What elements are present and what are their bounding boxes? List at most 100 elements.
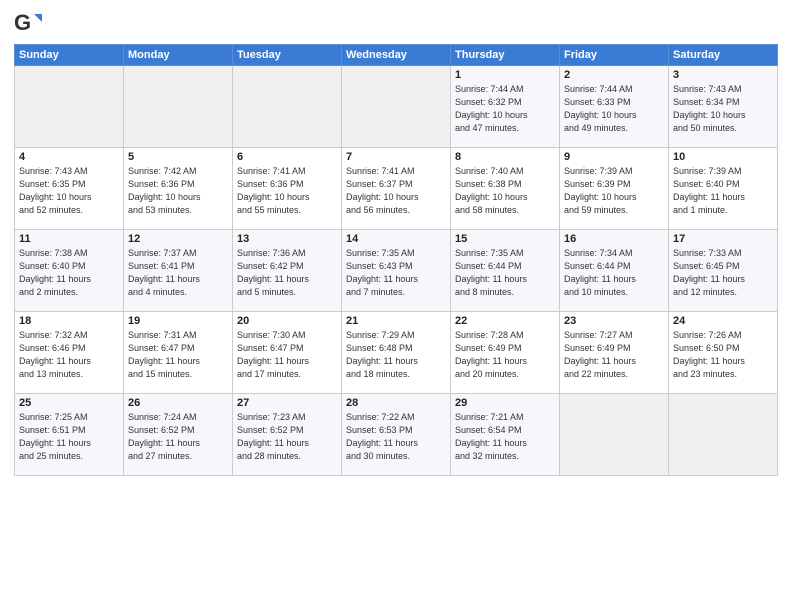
calendar-cell: 27 Sunrise: 7:23 AMSunset: 6:52 PMDayligh… bbox=[233, 394, 342, 476]
calendar-cell: 12 Sunrise: 7:37 AMSunset: 6:41 PMDayligh… bbox=[124, 230, 233, 312]
logo: G bbox=[14, 10, 46, 38]
day-info: Sunrise: 7:43 AMSunset: 6:35 PMDaylight:… bbox=[19, 165, 119, 217]
calendar-cell: 13 Sunrise: 7:36 AMSunset: 6:42 PMDayligh… bbox=[233, 230, 342, 312]
day-info: Sunrise: 7:29 AMSunset: 6:48 PMDaylight:… bbox=[346, 329, 446, 381]
calendar-cell: 29 Sunrise: 7:21 AMSunset: 6:54 PMDayligh… bbox=[451, 394, 560, 476]
calendar-cell: 16 Sunrise: 7:34 AMSunset: 6:44 PMDayligh… bbox=[560, 230, 669, 312]
calendar-cell bbox=[124, 66, 233, 148]
calendar-cell: 22Sunrise: 7:28 AMSunset: 6:49 PMDayligh… bbox=[451, 312, 560, 394]
header-row: SundayMondayTuesdayWednesdayThursdayFrid… bbox=[15, 45, 778, 66]
calendar-cell: 19 Sunrise: 7:31 AMSunset: 6:47 PMDayligh… bbox=[124, 312, 233, 394]
day-number: 18 bbox=[19, 315, 119, 327]
day-info: Sunrise: 7:41 AMSunset: 6:37 PMDaylight:… bbox=[346, 165, 446, 217]
day-info: Sunrise: 7:43 AMSunset: 6:34 PMDaylight:… bbox=[673, 83, 773, 135]
day-info: Sunrise: 7:36 AMSunset: 6:42 PMDaylight:… bbox=[237, 247, 337, 299]
calendar-cell: 10 Sunrise: 7:39 AMSunset: 6:40 PMDayligh… bbox=[669, 148, 778, 230]
calendar-cell: 3 Sunrise: 7:43 AMSunset: 6:34 PMDaylight… bbox=[669, 66, 778, 148]
day-info: Sunrise: 7:44 AMSunset: 6:33 PMDaylight:… bbox=[564, 83, 664, 135]
day-number: 2 bbox=[564, 69, 664, 81]
day-number: 10 bbox=[673, 151, 773, 163]
svg-text:G: G bbox=[14, 10, 31, 35]
header-sunday: Sunday bbox=[15, 45, 124, 66]
week-row-2: 11 Sunrise: 7:38 AMSunset: 6:40 PMDayligh… bbox=[15, 230, 778, 312]
day-info: Sunrise: 7:40 AMSunset: 6:38 PMDaylight:… bbox=[455, 165, 555, 217]
calendar-cell: 1Sunrise: 7:44 AMSunset: 6:32 PMDaylight… bbox=[451, 66, 560, 148]
day-info: Sunrise: 7:34 AMSunset: 6:44 PMDaylight:… bbox=[564, 247, 664, 299]
calendar-cell: 5Sunrise: 7:42 AMSunset: 6:36 PMDaylight… bbox=[124, 148, 233, 230]
day-number: 20 bbox=[237, 315, 337, 327]
calendar-cell: 6Sunrise: 7:41 AMSunset: 6:36 PMDaylight… bbox=[233, 148, 342, 230]
day-info: Sunrise: 7:31 AMSunset: 6:47 PMDaylight:… bbox=[128, 329, 228, 381]
day-number: 26 bbox=[128, 397, 228, 409]
header-friday: Friday bbox=[560, 45, 669, 66]
calendar-body: 1Sunrise: 7:44 AMSunset: 6:32 PMDaylight… bbox=[15, 66, 778, 476]
day-info: Sunrise: 7:30 AMSunset: 6:47 PMDaylight:… bbox=[237, 329, 337, 381]
calendar-cell: 7 Sunrise: 7:41 AMSunset: 6:37 PMDaylight… bbox=[342, 148, 451, 230]
day-info: Sunrise: 7:21 AMSunset: 6:54 PMDaylight:… bbox=[455, 411, 555, 463]
week-row-3: 18 Sunrise: 7:32 AMSunset: 6:46 PMDayligh… bbox=[15, 312, 778, 394]
calendar-header: SundayMondayTuesdayWednesdayThursdayFrid… bbox=[15, 45, 778, 66]
day-number: 4 bbox=[19, 151, 119, 163]
day-number: 21 bbox=[346, 315, 446, 327]
calendar-cell: 21 Sunrise: 7:29 AMSunset: 6:48 PMDayligh… bbox=[342, 312, 451, 394]
header-saturday: Saturday bbox=[669, 45, 778, 66]
day-number: 11 bbox=[19, 233, 119, 245]
calendar-cell: 20 Sunrise: 7:30 AMSunset: 6:47 PMDayligh… bbox=[233, 312, 342, 394]
day-info: Sunrise: 7:25 AMSunset: 6:51 PMDaylight:… bbox=[19, 411, 119, 463]
week-row-4: 25 Sunrise: 7:25 AMSunset: 6:51 PMDayligh… bbox=[15, 394, 778, 476]
day-number: 6 bbox=[237, 151, 337, 163]
calendar-cell: 17Sunrise: 7:33 AMSunset: 6:45 PMDayligh… bbox=[669, 230, 778, 312]
day-number: 28 bbox=[346, 397, 446, 409]
day-info: Sunrise: 7:37 AMSunset: 6:41 PMDaylight:… bbox=[128, 247, 228, 299]
day-number: 25 bbox=[19, 397, 119, 409]
logo-icon: G bbox=[14, 10, 42, 38]
day-info: Sunrise: 7:39 AMSunset: 6:40 PMDaylight:… bbox=[673, 165, 773, 217]
day-info: Sunrise: 7:24 AMSunset: 6:52 PMDaylight:… bbox=[128, 411, 228, 463]
day-info: Sunrise: 7:27 AMSunset: 6:49 PMDaylight:… bbox=[564, 329, 664, 381]
header-monday: Monday bbox=[124, 45, 233, 66]
day-info: Sunrise: 7:42 AMSunset: 6:36 PMDaylight:… bbox=[128, 165, 228, 217]
calendar-cell: 18 Sunrise: 7:32 AMSunset: 6:46 PMDayligh… bbox=[15, 312, 124, 394]
day-info: Sunrise: 7:35 AMSunset: 6:43 PMDaylight:… bbox=[346, 247, 446, 299]
day-info: Sunrise: 7:32 AMSunset: 6:46 PMDaylight:… bbox=[19, 329, 119, 381]
day-number: 16 bbox=[564, 233, 664, 245]
calendar-cell bbox=[669, 394, 778, 476]
day-number: 9 bbox=[564, 151, 664, 163]
header: G bbox=[14, 10, 778, 38]
day-number: 3 bbox=[673, 69, 773, 81]
day-info: Sunrise: 7:23 AMSunset: 6:52 PMDaylight:… bbox=[237, 411, 337, 463]
day-number: 23 bbox=[564, 315, 664, 327]
calendar-cell: 28 Sunrise: 7:22 AMSunset: 6:53 PMDayligh… bbox=[342, 394, 451, 476]
day-info: Sunrise: 7:26 AMSunset: 6:50 PMDaylight:… bbox=[673, 329, 773, 381]
calendar-cell bbox=[342, 66, 451, 148]
day-number: 13 bbox=[237, 233, 337, 245]
header-thursday: Thursday bbox=[451, 45, 560, 66]
calendar-cell: 8Sunrise: 7:40 AMSunset: 6:38 PMDaylight… bbox=[451, 148, 560, 230]
calendar-cell: 15Sunrise: 7:35 AMSunset: 6:44 PMDayligh… bbox=[451, 230, 560, 312]
day-info: Sunrise: 7:38 AMSunset: 6:40 PMDaylight:… bbox=[19, 247, 119, 299]
calendar-cell: 26 Sunrise: 7:24 AMSunset: 6:52 PMDayligh… bbox=[124, 394, 233, 476]
calendar-cell: 24Sunrise: 7:26 AMSunset: 6:50 PMDayligh… bbox=[669, 312, 778, 394]
calendar-table: SundayMondayTuesdayWednesdayThursdayFrid… bbox=[14, 44, 778, 476]
day-info: Sunrise: 7:33 AMSunset: 6:45 PMDaylight:… bbox=[673, 247, 773, 299]
header-wednesday: Wednesday bbox=[342, 45, 451, 66]
day-number: 27 bbox=[237, 397, 337, 409]
calendar-cell bbox=[15, 66, 124, 148]
day-number: 12 bbox=[128, 233, 228, 245]
header-tuesday: Tuesday bbox=[233, 45, 342, 66]
calendar-cell: 11 Sunrise: 7:38 AMSunset: 6:40 PMDayligh… bbox=[15, 230, 124, 312]
calendar-cell: 25 Sunrise: 7:25 AMSunset: 6:51 PMDayligh… bbox=[15, 394, 124, 476]
day-info: Sunrise: 7:22 AMSunset: 6:53 PMDaylight:… bbox=[346, 411, 446, 463]
day-number: 7 bbox=[346, 151, 446, 163]
day-info: Sunrise: 7:39 AMSunset: 6:39 PMDaylight:… bbox=[564, 165, 664, 217]
day-number: 1 bbox=[455, 69, 555, 81]
day-number: 14 bbox=[346, 233, 446, 245]
week-row-1: 4 Sunrise: 7:43 AMSunset: 6:35 PMDaylight… bbox=[15, 148, 778, 230]
day-number: 22 bbox=[455, 315, 555, 327]
calendar-cell bbox=[560, 394, 669, 476]
day-number: 19 bbox=[128, 315, 228, 327]
day-number: 15 bbox=[455, 233, 555, 245]
calendar-cell: 9 Sunrise: 7:39 AMSunset: 6:39 PMDaylight… bbox=[560, 148, 669, 230]
day-number: 29 bbox=[455, 397, 555, 409]
calendar-cell: 14 Sunrise: 7:35 AMSunset: 6:43 PMDayligh… bbox=[342, 230, 451, 312]
